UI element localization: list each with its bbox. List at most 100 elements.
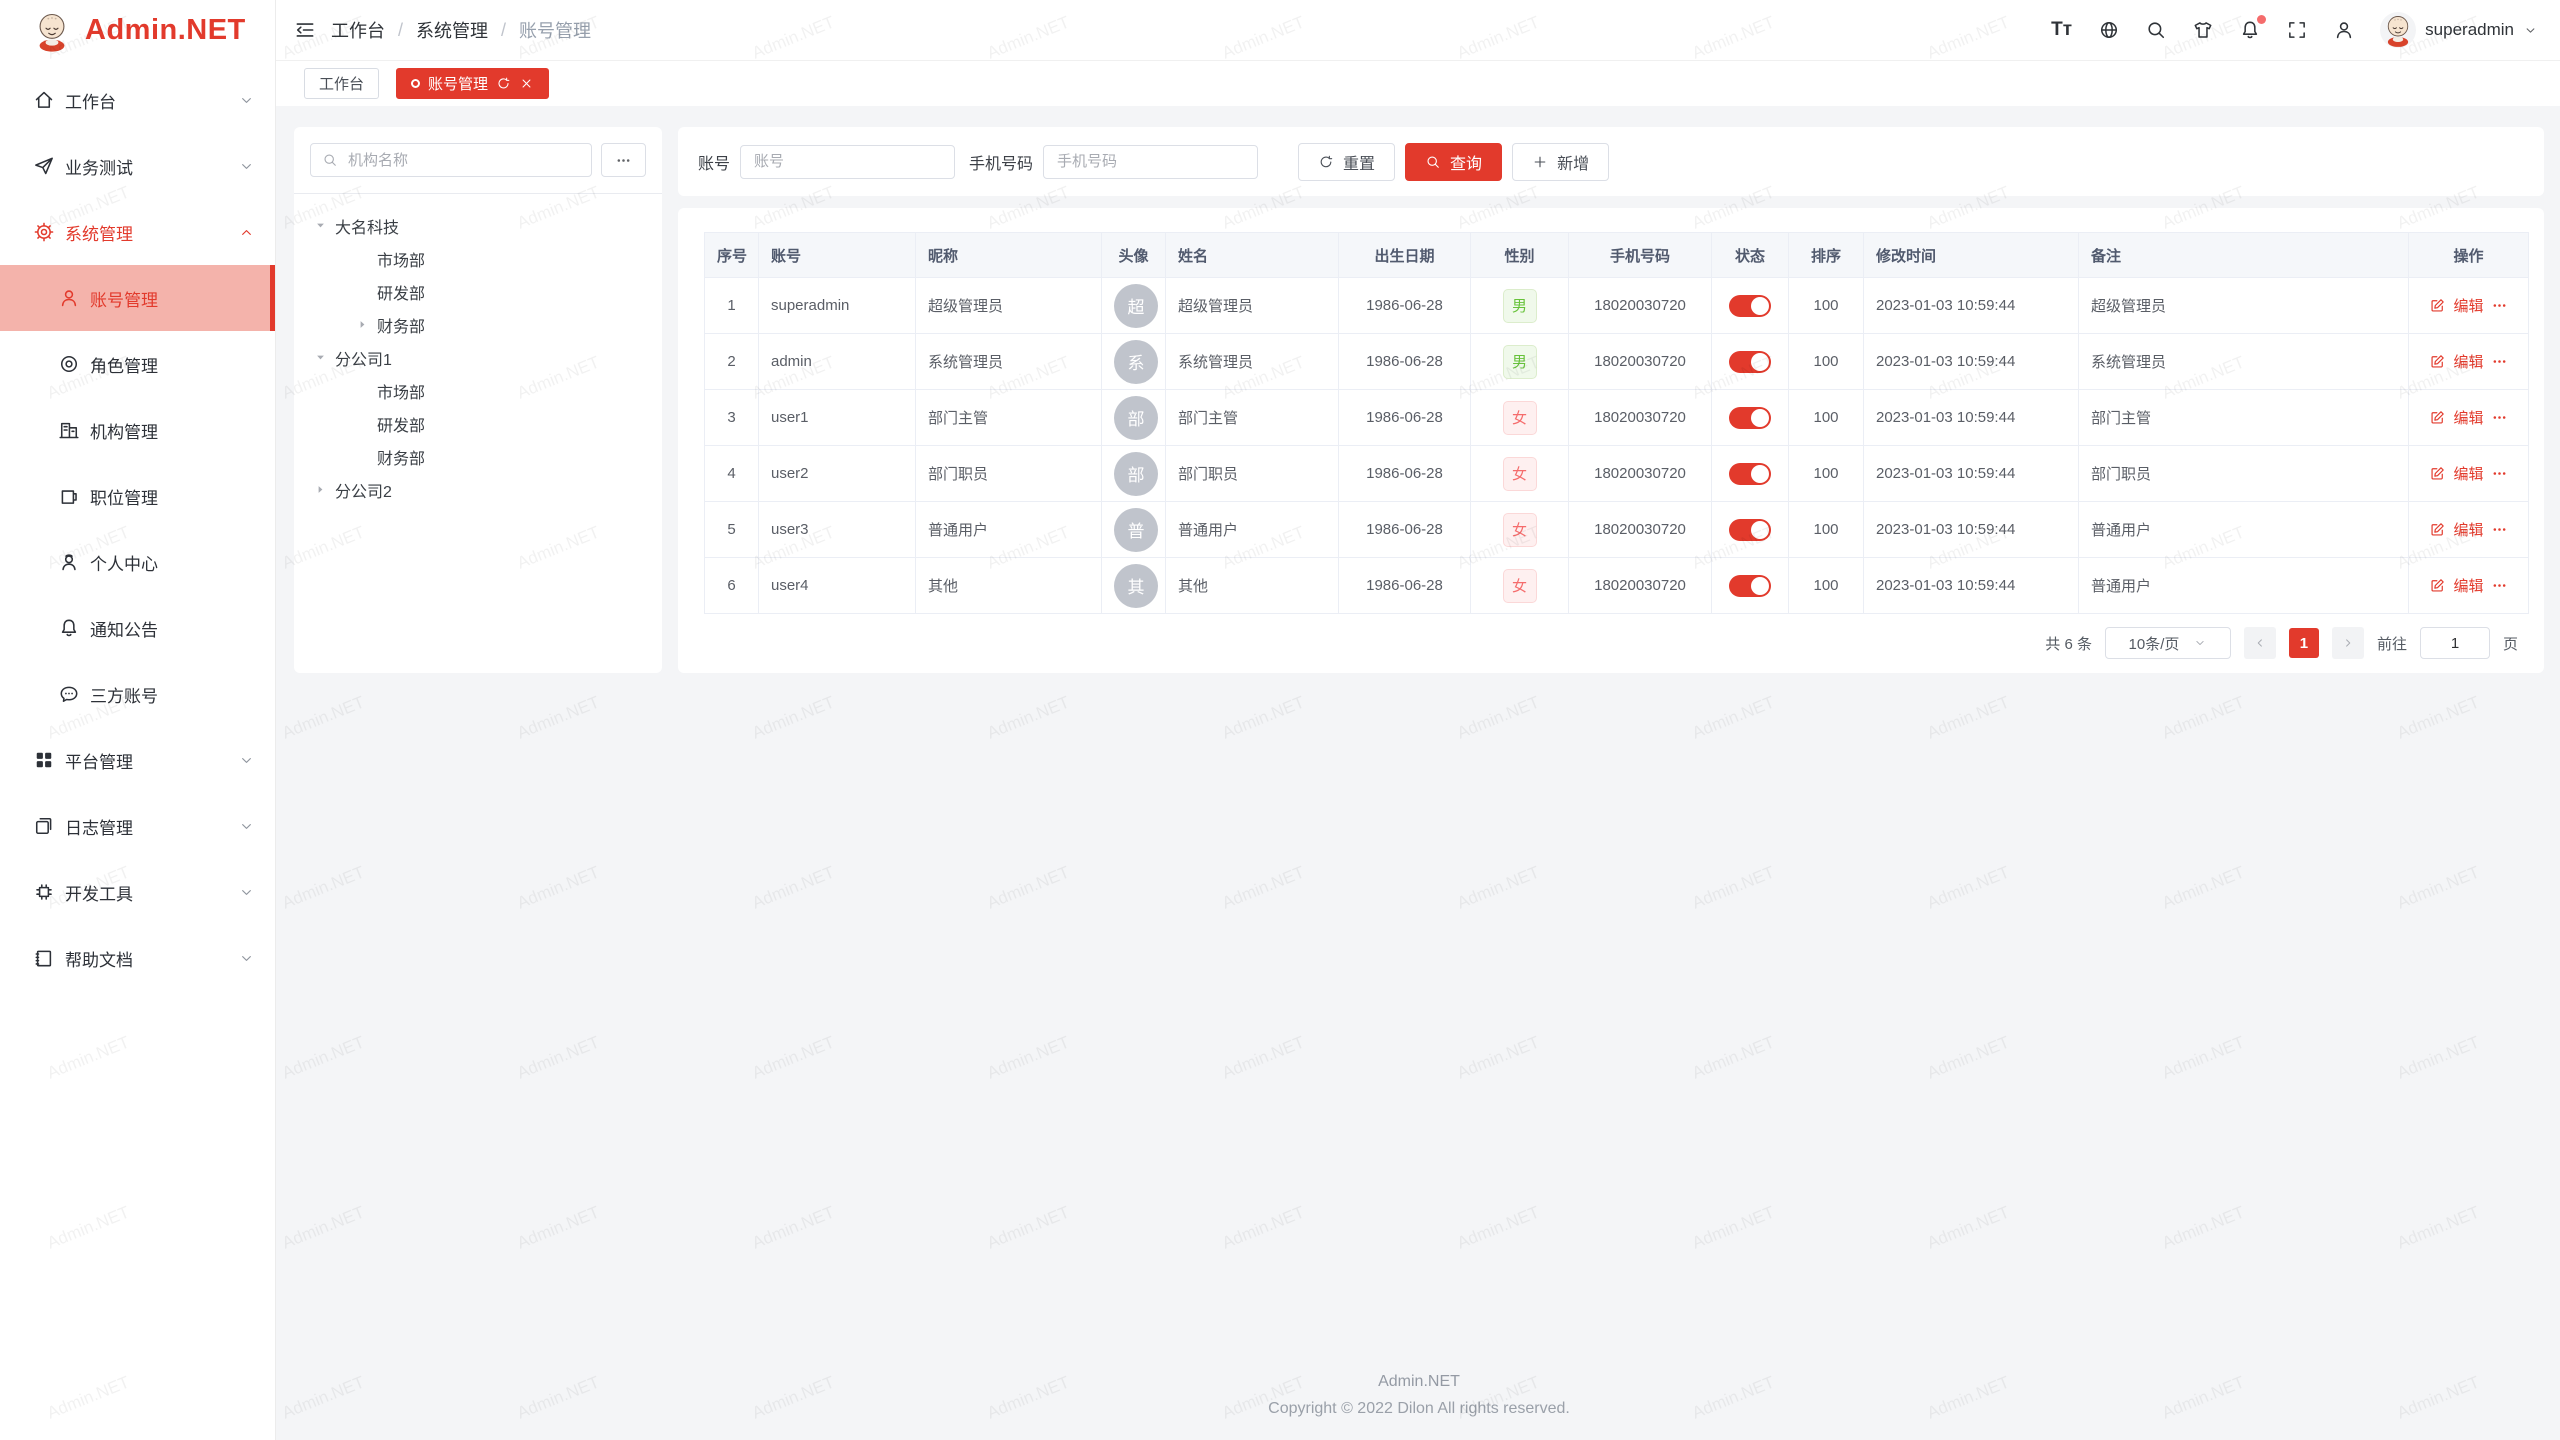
sidebar-item-帮助文档[interactable]: 帮助文档 (0, 925, 275, 991)
caret-right-icon[interactable] (313, 482, 328, 497)
accounts-table: 序号账号昵称头像姓名出生日期性别手机号码状态排序修改时间备注操作 1supera… (704, 232, 2529, 614)
tab-账号管理[interactable]: 账号管理 (396, 68, 549, 99)
tree-node-分公司1[interactable]: 分公司1 (310, 341, 646, 374)
add-button[interactable]: 新增 (1512, 143, 1609, 181)
org-more-button[interactable] (601, 143, 646, 177)
tab-bar: 工作台 账号管理 (276, 61, 2560, 106)
sidebar-item-账号管理[interactable]: 账号管理 (0, 265, 275, 331)
breadcrumb-item[interactable]: 系统管理 (416, 17, 488, 43)
tree-node-市场部[interactable]: 市场部 (310, 374, 646, 407)
status-toggle[interactable] (1729, 519, 1771, 541)
phone-input[interactable] (1055, 152, 1246, 171)
sidebar-item-label: 职位管理 (90, 484, 158, 509)
edit-icon[interactable] (2429, 353, 2446, 370)
refresh-icon[interactable] (496, 76, 511, 91)
edit-link[interactable]: 编辑 (2453, 295, 2483, 316)
account-input[interactable] (752, 152, 943, 171)
next-page-button[interactable] (2332, 627, 2364, 659)
caret-right-icon[interactable] (355, 317, 370, 332)
avatar: 超 (1114, 284, 1158, 328)
tab-label: 账号管理 (428, 73, 488, 94)
edit-link[interactable]: 编辑 (2453, 575, 2483, 596)
chip-icon (33, 881, 55, 903)
status-toggle[interactable] (1729, 463, 1771, 485)
edit-link[interactable]: 编辑 (2453, 519, 2483, 540)
sidebar-item-平台管理[interactable]: 平台管理 (0, 727, 275, 793)
sidebar-item-角色管理[interactable]: 角色管理 (0, 331, 275, 397)
logo: Admin.NET (0, 0, 275, 61)
status-toggle[interactable] (1729, 407, 1771, 429)
phone-cell: 18020030720 (1569, 446, 1712, 502)
more-icon[interactable] (2491, 465, 2508, 482)
account-field (740, 145, 955, 179)
status-toggle[interactable] (1729, 295, 1771, 317)
edit-icon[interactable] (2429, 297, 2446, 314)
font-size-icon[interactable]: Tᴛ (2051, 19, 2073, 41)
tree-node-财务部[interactable]: 财务部 (310, 440, 646, 473)
more-icon[interactable] (2491, 521, 2508, 538)
search-icon[interactable] (2145, 19, 2167, 41)
bell-icon[interactable] (2239, 19, 2261, 41)
org-search-input[interactable] (346, 151, 580, 170)
status-cell (1712, 390, 1789, 446)
current-page-button[interactable]: 1 (2289, 628, 2319, 658)
gender-badge: 男 (1503, 289, 1537, 323)
user-menu[interactable]: superadmin (2380, 12, 2538, 48)
name-cell: 部门职员 (1166, 446, 1339, 502)
menu-fold-icon[interactable] (294, 19, 316, 41)
sidebar-item-通知公告[interactable]: 通知公告 (0, 595, 275, 661)
tree-node-财务部[interactable]: 财务部 (310, 308, 646, 341)
tree-node-研发部[interactable]: 研发部 (310, 407, 646, 440)
globe-icon[interactable] (2098, 19, 2120, 41)
more-icon[interactable] (2491, 409, 2508, 426)
page-size-select[interactable]: 10条/页 (2105, 627, 2231, 659)
sort-cell: 100 (1789, 558, 1864, 614)
theme-shirt-icon[interactable] (2192, 19, 2214, 41)
sidebar-item-三方账号[interactable]: 三方账号 (0, 661, 275, 727)
fullscreen-icon[interactable] (2286, 19, 2308, 41)
goto-page-input[interactable] (2420, 627, 2490, 659)
tab-工作台[interactable]: 工作台 (304, 68, 379, 99)
tree-node-研发部[interactable]: 研发部 (310, 275, 646, 308)
profile-icon[interactable] (2333, 19, 2355, 41)
caret-down-icon[interactable] (313, 218, 328, 233)
caret-down-icon[interactable] (313, 350, 328, 365)
filter-bar: 账号 手机号码 重置 (678, 127, 2544, 196)
edit-link[interactable]: 编辑 (2453, 351, 2483, 372)
sidebar-item-个人中心[interactable]: 个人中心 (0, 529, 275, 595)
sidebar-item-工作台[interactable]: 工作台 (0, 67, 275, 133)
more-icon[interactable] (2491, 297, 2508, 314)
tree-node-市场部[interactable]: 市场部 (310, 242, 646, 275)
edit-link[interactable]: 编辑 (2453, 407, 2483, 428)
sidebar-item-系统管理[interactable]: 系统管理 (0, 199, 275, 265)
more-icon[interactable] (2491, 577, 2508, 594)
reset-button[interactable]: 重置 (1298, 143, 1395, 181)
edit-icon[interactable] (2429, 465, 2446, 482)
close-icon[interactable] (519, 76, 534, 91)
sidebar-item-职位管理[interactable]: 职位管理 (0, 463, 275, 529)
actions-cell: 编辑 (2409, 558, 2529, 614)
more-icon[interactable] (2491, 353, 2508, 370)
remark-cell: 系统管理员 (2079, 334, 2409, 390)
nickname-cell: 系统管理员 (916, 334, 1102, 390)
status-toggle[interactable] (1729, 575, 1771, 597)
sidebar-item-日志管理[interactable]: 日志管理 (0, 793, 275, 859)
prev-page-button[interactable] (2244, 627, 2276, 659)
sidebar-item-label: 日志管理 (65, 814, 133, 839)
edit-icon[interactable] (2429, 577, 2446, 594)
sidebar-item-开发工具[interactable]: 开发工具 (0, 859, 275, 925)
tree-node-大名科技[interactable]: 大名科技 (310, 209, 646, 242)
refresh-icon (1318, 154, 1334, 170)
edit-icon[interactable] (2429, 409, 2446, 426)
tree-node-分公司2[interactable]: 分公司2 (310, 473, 646, 506)
breadcrumb-item[interactable]: 工作台 (331, 17, 385, 43)
status-toggle[interactable] (1729, 351, 1771, 373)
birthdate-cell: 1986-06-28 (1339, 390, 1471, 446)
sidebar-item-机构管理[interactable]: 机构管理 (0, 397, 275, 463)
edit-link[interactable]: 编辑 (2453, 463, 2483, 484)
actions-cell: 编辑 (2409, 446, 2529, 502)
remark-cell: 超级管理员 (2079, 278, 2409, 334)
query-button[interactable]: 查询 (1405, 143, 1502, 181)
edit-icon[interactable] (2429, 521, 2446, 538)
sidebar-item-业务测试[interactable]: 业务测试 (0, 133, 275, 199)
